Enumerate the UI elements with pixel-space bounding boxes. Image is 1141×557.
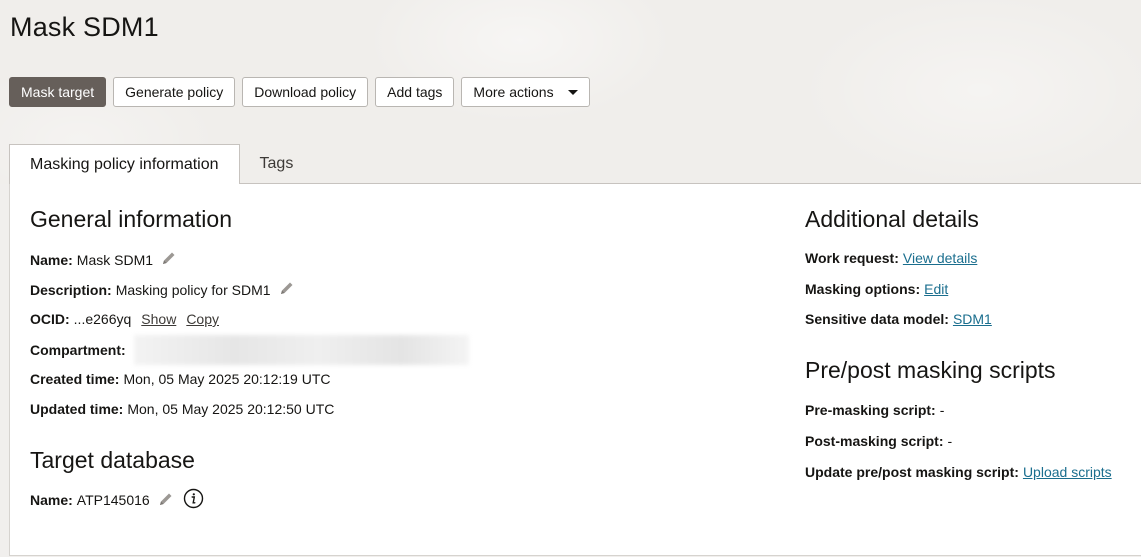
additional-details-heading: Additional details <box>805 206 979 232</box>
post-masking-script-value: - <box>947 433 953 449</box>
work-request-label: Work request: <box>805 250 899 266</box>
tab-tags[interactable]: Tags <box>240 144 314 184</box>
tab-masking-policy-information[interactable]: Masking policy information <box>9 144 240 184</box>
upload-scripts-link[interactable]: Upload scripts <box>1023 464 1112 480</box>
edit-masking-options-link[interactable]: Edit <box>924 281 948 297</box>
edit-description-pencil-icon[interactable] <box>279 280 295 299</box>
created-time-row: Created time: Mon, 05 May 2025 20:12:19 … <box>30 371 330 387</box>
name-label: Name: <box>30 251 73 268</box>
description-row: Description: Masking policy for SDM1 <box>30 280 295 299</box>
general-information-heading: General information <box>30 206 232 232</box>
masking-options-label: Masking options: <box>805 281 921 297</box>
masking-options-row: Masking options: Edit <box>805 281 948 297</box>
target-name-label: Name: <box>30 492 73 508</box>
ocid-label: OCID: <box>30 311 70 327</box>
sdm1-link[interactable]: SDM1 <box>953 311 992 327</box>
compartment-label: Compartment: <box>30 342 126 358</box>
pre-masking-script-value: - <box>939 402 945 418</box>
action-toolbar: Mask target Generate policy Download pol… <box>9 77 590 107</box>
edit-name-pencil-icon[interactable] <box>161 250 177 269</box>
generate-policy-button[interactable]: Generate policy <box>113 77 236 107</box>
update-scripts-label: Update pre/post masking script: <box>805 464 1019 480</box>
view-details-link[interactable]: View details <box>903 250 977 266</box>
update-scripts-row: Update pre/post masking script: Upload s… <box>805 464 1112 480</box>
sensitive-data-model-label: Sensitive data model: <box>805 311 949 327</box>
ocid-value: ...e266yq <box>73 311 132 327</box>
ocid-show-link[interactable]: Show <box>141 311 176 327</box>
name-value: Mask SDM1 <box>76 251 154 268</box>
mask-target-button[interactable]: Mask target <box>9 77 107 107</box>
sensitive-data-model-row: Sensitive data model: SDM1 <box>805 311 992 327</box>
created-time-value: Mon, 05 May 2025 20:12:19 UTC <box>123 371 331 387</box>
description-value: Masking policy for SDM1 <box>115 281 271 298</box>
description-label: Description: <box>30 281 112 298</box>
post-masking-script-row: Post-masking script: - <box>805 433 952 449</box>
info-icon[interactable] <box>183 488 204 512</box>
add-tags-button[interactable]: Add tags <box>375 77 455 107</box>
page-title: Mask SDM1 <box>10 12 159 42</box>
updated-time-value: Mon, 05 May 2025 20:12:50 UTC <box>127 401 335 417</box>
target-name-value: ATP145016 <box>76 492 150 508</box>
target-database-heading: Target database <box>30 447 195 473</box>
updated-time-row: Updated time: Mon, 05 May 2025 20:12:50 … <box>30 401 334 417</box>
edit-target-pencil-icon[interactable] <box>158 491 174 510</box>
pre-masking-script-row: Pre-masking script: - <box>805 402 944 418</box>
compartment-row: Compartment: <box>30 335 469 365</box>
ocid-row: OCID: ...e266yq Show Copy <box>30 311 219 327</box>
created-time-label: Created time: <box>30 371 120 387</box>
name-row: Name: Mask SDM1 <box>30 250 177 269</box>
more-actions-button[interactable]: More actions <box>461 77 590 107</box>
tab-bar: Masking policy information Tags <box>9 144 313 184</box>
post-masking-script-label: Post-masking script: <box>805 433 944 449</box>
compartment-value-redacted <box>133 335 469 365</box>
target-name-row: Name: ATP145016 <box>30 488 204 512</box>
more-actions-label: More actions <box>473 84 554 100</box>
pre-post-masking-scripts-heading: Pre/post masking scripts <box>805 357 1056 383</box>
updated-time-label: Updated time: <box>30 401 124 417</box>
pre-masking-script-label: Pre-masking script: <box>805 402 936 418</box>
ocid-copy-link[interactable]: Copy <box>186 311 219 327</box>
caret-down-icon <box>567 89 578 95</box>
work-request-row: Work request: View details <box>805 250 977 266</box>
download-policy-button[interactable]: Download policy <box>242 77 369 107</box>
